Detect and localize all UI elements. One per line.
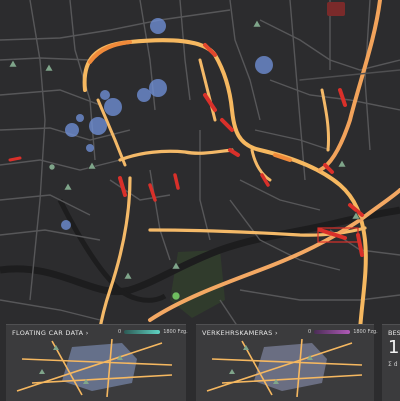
floating-car-data-title[interactable]: FLOATING CAR DATA › bbox=[12, 329, 89, 337]
cameras-mini-map bbox=[206, 339, 363, 397]
chevron-right-icon: › bbox=[274, 329, 278, 337]
volume-bubble[interactable] bbox=[65, 123, 79, 137]
volume-bubble[interactable] bbox=[104, 98, 122, 116]
volume-bubble[interactable] bbox=[137, 88, 151, 102]
volume-bubble[interactable] bbox=[150, 18, 166, 34]
fcd-mini-map bbox=[16, 339, 173, 397]
floating-car-data-panel[interactable]: FLOATING CAR DATA › 0 1800 Fzg. bbox=[6, 324, 188, 401]
camera-marker-icon[interactable] bbox=[252, 19, 262, 28]
traffic-cameras-title[interactable]: VERKEHRSKAMERAS › bbox=[202, 329, 278, 337]
chevron-right-icon: › bbox=[85, 329, 89, 337]
cameras-legend-bar bbox=[314, 330, 351, 334]
volume-bubble[interactable] bbox=[149, 79, 167, 97]
cameras-legend: 0 1800 Fzg. bbox=[308, 329, 378, 335]
volume-bubble[interactable] bbox=[76, 114, 84, 122]
fcd-legend-bar bbox=[124, 330, 161, 334]
volume-bubble[interactable] bbox=[100, 90, 110, 100]
side-panel-title: BES bbox=[388, 329, 400, 337]
side-panel-subtitle: Σ d bbox=[388, 361, 398, 368]
camera-marker-icon[interactable] bbox=[63, 182, 73, 191]
volume-bubble[interactable] bbox=[255, 56, 273, 74]
volume-bubble[interactable] bbox=[86, 144, 94, 152]
camera-marker-icon[interactable] bbox=[44, 63, 54, 72]
parking-marker-icon[interactable] bbox=[171, 291, 181, 301]
side-panel-value: 15 bbox=[388, 337, 400, 358]
side-stats-panel[interactable]: BES 15 Σ d bbox=[382, 324, 400, 401]
traffic-cameras-panel[interactable]: VERKEHRSKAMERAS › 0 1800 Fzg. bbox=[196, 324, 378, 401]
volume-bubble[interactable] bbox=[89, 117, 107, 135]
camera-marker-icon[interactable] bbox=[8, 59, 18, 68]
camera-marker-icon[interactable] bbox=[123, 271, 133, 280]
main-roads bbox=[82, 0, 400, 382]
traffic-volume-bubbles[interactable] bbox=[61, 18, 273, 230]
incident-marker-icon[interactable] bbox=[327, 2, 345, 16]
camera-marker-icon[interactable] bbox=[87, 161, 97, 170]
fcd-legend: 0 1800 Fzg. bbox=[118, 329, 188, 335]
parking-marker-icon[interactable] bbox=[48, 163, 56, 171]
volume-bubble[interactable] bbox=[61, 220, 71, 230]
camera-marker-icon[interactable] bbox=[337, 159, 347, 168]
